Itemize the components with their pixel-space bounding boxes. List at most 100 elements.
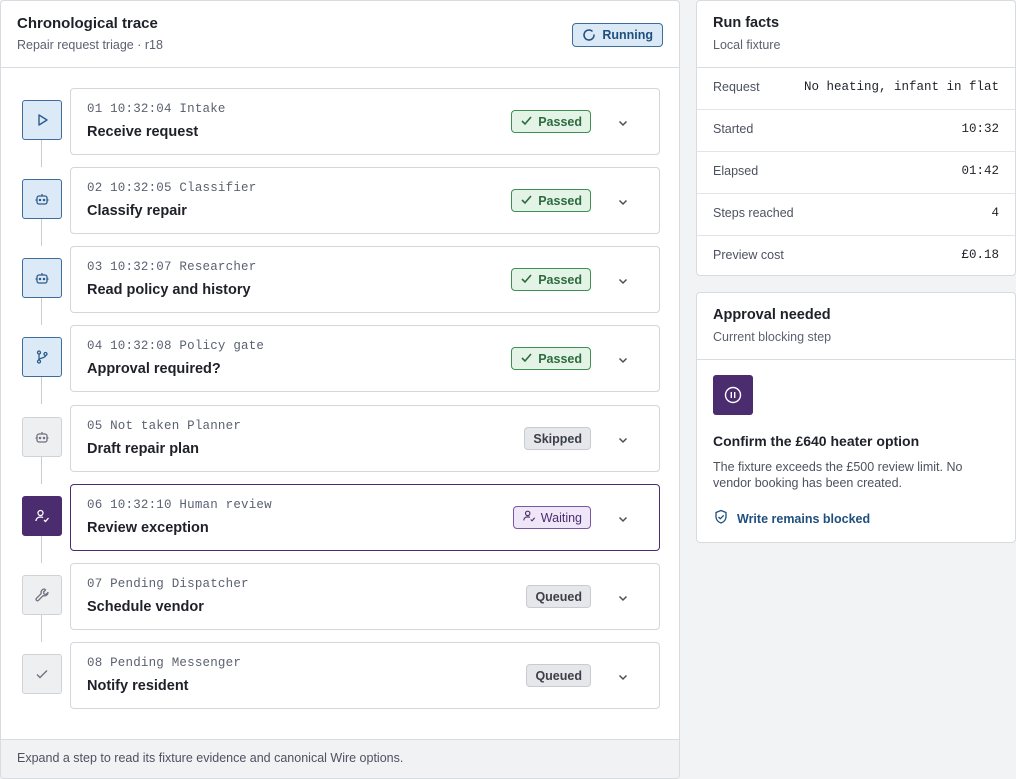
step-connector (41, 377, 42, 404)
step-card[interactable]: 07 Pending Dispatcher Schedule vendor Qu… (70, 563, 660, 630)
chevron-down-icon[interactable] (613, 588, 633, 608)
check-icon (22, 654, 62, 694)
status-label: Passed (538, 193, 582, 208)
step-meta: 08 Pending Messenger (87, 656, 242, 670)
step-connector (41, 219, 42, 246)
chevron-down-icon[interactable] (613, 430, 633, 450)
chevron-down-icon[interactable] (613, 667, 633, 687)
step-card[interactable]: 02 10:32:05 Classifier Classify repair P… (70, 167, 660, 234)
step-title: Review exception (87, 520, 209, 536)
user-check-icon (522, 509, 536, 526)
step-row: 03 10:32:07 Researcher Read policy and h… (1, 246, 679, 325)
step-meta: 05 Not taken Planner (87, 419, 242, 433)
user-check-icon (22, 496, 62, 536)
step-card[interactable]: 08 Pending Messenger Notify resident Que… (70, 642, 660, 709)
trace-footer-hint: Expand a step to read its fixture eviden… (1, 739, 679, 778)
play-icon (22, 100, 62, 140)
check-icon (520, 351, 533, 367)
approval-title: Approval needed (713, 307, 831, 323)
fact-label: Steps reached (713, 206, 794, 220)
step-title: Schedule vendor (87, 599, 204, 615)
status-badge: Queued (526, 585, 591, 608)
fact-value: 4 (991, 206, 999, 220)
status-badge: Waiting (512, 506, 591, 529)
step-card[interactable]: 03 10:32:07 Researcher Read policy and h… (70, 246, 660, 313)
trace-subtitle: Repair request triage · r18 (17, 38, 163, 52)
approval-body: The fixture exceeds the £500 review limi… (713, 460, 963, 490)
fact-value: 10:32 (961, 122, 999, 136)
chevron-down-icon[interactable] (613, 192, 633, 212)
wrench-icon (22, 575, 62, 615)
step-card[interactable]: 06 10:32:10 Human review Review exceptio… (70, 484, 660, 551)
step-meta: 01 10:32:04 Intake (87, 102, 226, 116)
status-label: Skipped (533, 431, 582, 446)
trace-title: Chronological trace (17, 15, 158, 32)
fact-row: Preview cost £0.18 (697, 236, 1015, 278)
fact-value: £0.18 (961, 248, 999, 262)
fact-label: Elapsed (713, 164, 759, 178)
step-card[interactable]: 04 10:32:08 Policy gate Approval require… (70, 325, 660, 392)
step-connector (41, 140, 42, 167)
chevron-down-icon[interactable] (613, 509, 633, 529)
status-badge: Passed (511, 347, 591, 370)
running-label: Running (602, 28, 653, 42)
step-title: Notify resident (87, 678, 189, 694)
step-card[interactable]: 05 Not taken Planner Draft repair plan S… (70, 405, 660, 472)
robot-icon (22, 417, 62, 457)
status-label: Passed (538, 351, 582, 366)
pause-icon (713, 375, 753, 415)
status-badge: Skipped (524, 427, 591, 450)
step-title: Receive request (87, 124, 199, 140)
step-title: Draft repair plan (87, 441, 199, 457)
step-row: 04 10:32:08 Policy gate Approval require… (1, 325, 679, 404)
fact-row: Elapsed 01:42 (697, 152, 1015, 194)
step-row: 07 Pending Dispatcher Schedule vendor Qu… (1, 563, 679, 642)
step-connector (41, 298, 42, 325)
branch-icon (22, 337, 62, 377)
step-meta: 06 10:32:10 Human review (87, 498, 272, 512)
step-meta: 07 Pending Dispatcher (87, 577, 249, 591)
check-icon (520, 193, 533, 209)
step-title: Read policy and history (87, 282, 251, 298)
chevron-down-icon[interactable] (613, 350, 633, 370)
step-connector (41, 457, 42, 484)
write-blocked-link[interactable]: Write remains blocked (713, 509, 870, 528)
step-row: 01 10:32:04 Intake Receive request Passe… (1, 88, 679, 167)
fact-row: Steps reached 4 (697, 194, 1015, 236)
fact-value: No heating, infant in flat (803, 80, 999, 94)
approval-panel: Approval needed Current blocking step Co… (696, 292, 1016, 543)
robot-icon (22, 258, 62, 298)
chevron-down-icon[interactable] (613, 271, 633, 291)
step-row: 06 10:32:10 Human review Review exceptio… (1, 484, 679, 563)
fact-value: 01:42 (961, 164, 999, 178)
robot-icon (22, 179, 62, 219)
step-row: 08 Pending Messenger Notify resident Que… (1, 642, 679, 709)
check-icon (520, 114, 533, 130)
step-card[interactable]: 01 10:32:04 Intake Receive request Passe… (70, 88, 660, 155)
status-label: Passed (538, 114, 582, 129)
chevron-down-icon[interactable] (613, 113, 633, 133)
step-row: 05 Not taken Planner Draft repair plan S… (1, 405, 679, 484)
status-badge: Passed (511, 189, 591, 212)
step-meta: 02 10:32:05 Classifier (87, 181, 257, 195)
fact-row: Request No heating, infant in flat (697, 68, 1015, 110)
run-facts-subtitle: Local fixture (713, 38, 781, 52)
fact-label: Request (713, 80, 760, 94)
status-label: Queued (535, 589, 582, 604)
approval-header: Approval needed Current blocking step (697, 293, 1015, 360)
fact-row: Started 10:32 (697, 110, 1015, 152)
trace-panel: Chronological trace Repair request triag… (0, 0, 680, 779)
step-connector (41, 615, 42, 642)
write-blocked-label: Write remains blocked (737, 511, 871, 526)
status-badge: Queued (526, 664, 591, 687)
shield-check-icon (713, 509, 729, 528)
status-label: Waiting (540, 510, 582, 525)
step-meta: 04 10:32:08 Policy gate (87, 339, 265, 353)
run-facts-title: Run facts (713, 15, 780, 31)
status-label: Queued (535, 668, 582, 683)
step-row: 02 10:32:05 Classifier Classify repair P… (1, 167, 679, 246)
run-facts-header: Run facts Local fixture (697, 1, 1015, 68)
step-connector (41, 536, 42, 563)
fact-label: Started (713, 122, 754, 136)
status-badge: Passed (511, 268, 591, 291)
